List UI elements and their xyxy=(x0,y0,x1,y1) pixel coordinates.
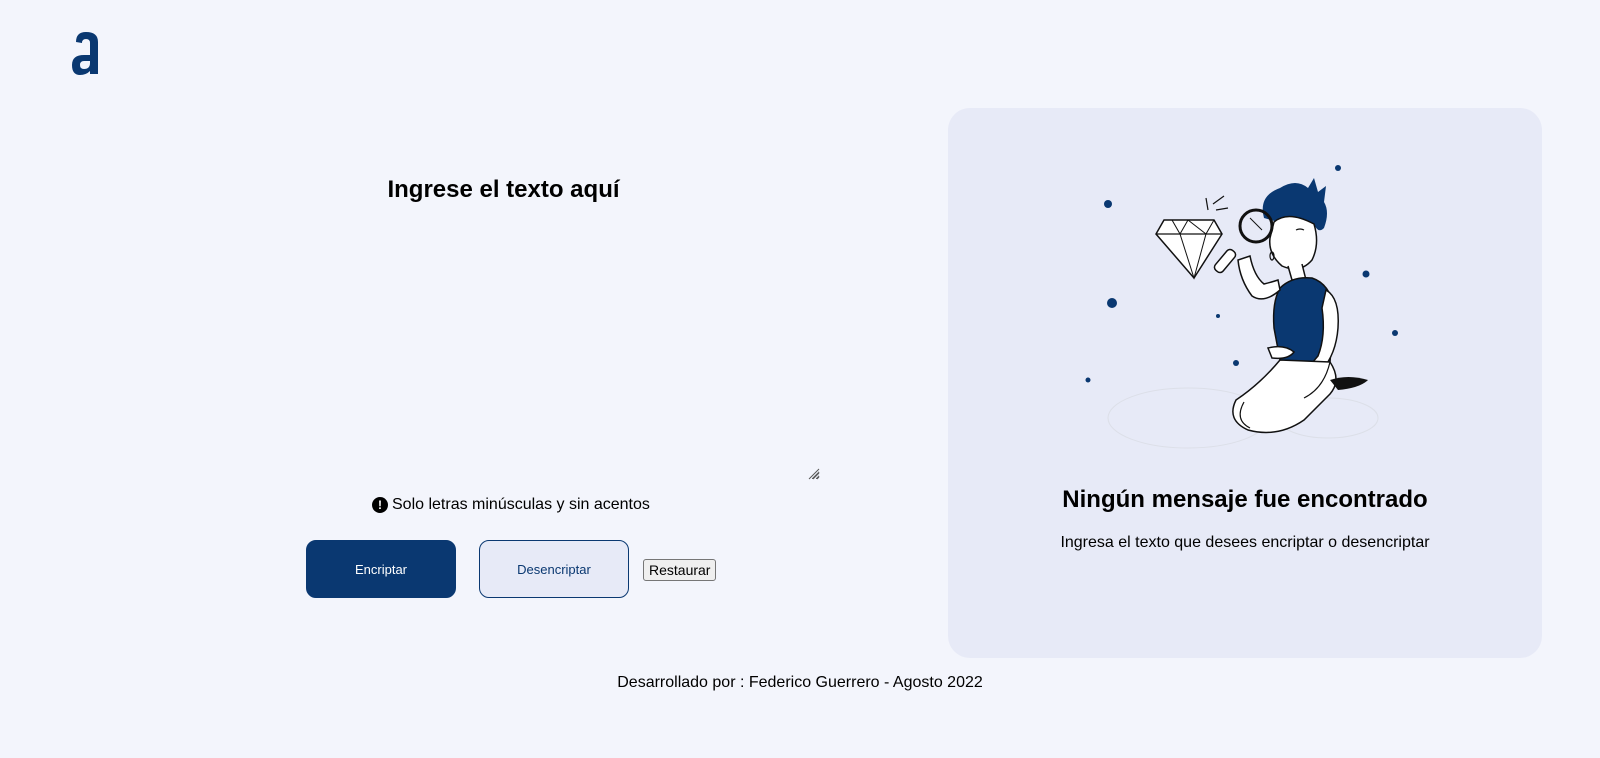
input-title: Ingrese el texto aquí xyxy=(387,176,620,203)
hint-text: Solo letras minúsculas y sin acentos xyxy=(392,496,650,513)
no-message-subtitle: Ingresa el texto que desees encriptar o … xyxy=(1060,534,1430,551)
textarea-container xyxy=(300,222,820,480)
input-hint: ! Solo letras minúsculas y sin acentos xyxy=(372,496,650,514)
output-panel: Ningún mensaje fue encontrado Ingresa el… xyxy=(948,108,1542,658)
resize-grip-icon[interactable] xyxy=(806,466,820,480)
input-section: Ingrese el texto aquí ! Solo letras minú… xyxy=(0,0,900,758)
decrypt-button[interactable]: Desencriptar xyxy=(479,540,629,598)
exclamation-circle-icon: ! xyxy=(372,497,388,513)
encrypt-button[interactable]: Encriptar xyxy=(306,540,456,598)
no-message-title: Ningún mensaje fue encontrado xyxy=(1062,486,1428,513)
text-input[interactable] xyxy=(300,222,820,480)
restore-button[interactable]: Restaurar xyxy=(643,559,717,581)
footer-credits: Desarrollado por : Federico Guerrero - A… xyxy=(617,674,983,691)
person-with-magnifying-glass-illustration xyxy=(1085,165,1398,449)
